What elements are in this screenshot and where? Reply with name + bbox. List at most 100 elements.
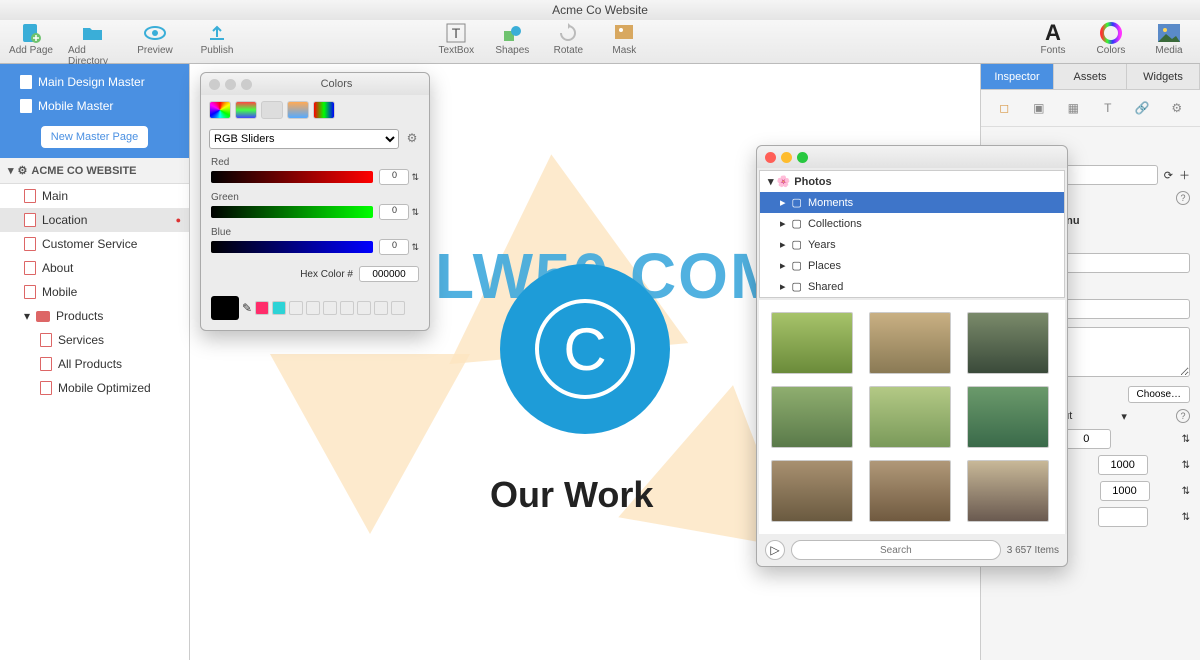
slider-value[interactable]: 0 (379, 169, 409, 185)
dropdown-icon[interactable]: ▾ (1121, 410, 1127, 423)
media-button[interactable]: Media (1144, 22, 1194, 56)
sidebar-folder[interactable]: ▾Products (0, 304, 189, 328)
empty-swatch[interactable] (323, 301, 337, 315)
canvas-heading[interactable]: Our Work (490, 474, 653, 516)
refresh-icon[interactable]: ⟳ (1164, 169, 1173, 182)
color-slider[interactable] (211, 206, 373, 218)
preview-button[interactable]: Preview (130, 22, 180, 67)
photos-panel[interactable]: ▾ 🌸 Photos ▸ ▢ Moments▸ ▢ Collections▸ ▢… (756, 145, 1068, 567)
new-master-page-button[interactable]: New Master Page (41, 126, 148, 148)
add-directory-button[interactable]: Add Directory (68, 22, 118, 67)
stepper-icon[interactable]: ⇅ (411, 207, 419, 218)
fonts-button[interactable]: A Fonts (1028, 22, 1078, 56)
sidebar-page[interactable]: About (0, 256, 189, 280)
zoom-icon[interactable] (797, 152, 808, 163)
palette-tab[interactable] (261, 101, 283, 119)
site-tree-header[interactable]: ▾ ⚙ ACME CO WEBSITE (0, 158, 189, 184)
tab-widgets[interactable]: Widgets (1127, 64, 1200, 89)
empty-swatch[interactable] (340, 301, 354, 315)
sliders-tab[interactable] (235, 101, 257, 119)
textbox-button[interactable]: T TextBox (431, 22, 481, 56)
photos-header[interactable]: ▾ 🌸 Photos (760, 171, 1064, 192)
close-icon[interactable] (209, 79, 220, 90)
stepper-icon[interactable]: ⇅ (411, 172, 419, 183)
current-color-swatch[interactable] (211, 296, 239, 320)
empty-swatch[interactable] (306, 301, 320, 315)
rotate-button[interactable]: Rotate (543, 22, 593, 56)
photos-source-item[interactable]: ▸ ▢ Moments (760, 192, 1064, 213)
photo-thumbnail[interactable] (967, 386, 1049, 448)
colors-button[interactable]: Colors (1086, 22, 1136, 56)
add-page-button[interactable]: Add Page (6, 22, 56, 67)
color-slider[interactable] (211, 171, 373, 183)
choose-button[interactable]: Choose… (1128, 386, 1190, 403)
photos-source-item[interactable]: ▸ ▢ Years (760, 234, 1064, 255)
recent-color-swatch[interactable] (272, 301, 286, 315)
gear-icon[interactable]: ⚙ (403, 129, 421, 147)
slider-value[interactable]: 0 (379, 204, 409, 220)
close-icon[interactable] (765, 152, 776, 163)
hex-input[interactable] (359, 266, 419, 282)
stepper-icon[interactable]: ⇅ (411, 242, 419, 253)
photo-thumbnail[interactable] (869, 312, 951, 374)
sidebar-page[interactable]: Main (0, 184, 189, 208)
photo-thumbnail[interactable] (771, 386, 853, 448)
photo-thumbnail[interactable] (771, 312, 853, 374)
photo-thumbnail[interactable] (967, 312, 1049, 374)
tab-inspector[interactable]: Inspector (981, 64, 1054, 89)
sidebar-page[interactable]: Services (0, 328, 189, 352)
add-icon[interactable]: ＋ (1179, 167, 1190, 183)
crayons-tab[interactable] (313, 101, 335, 119)
photo-thumbnail[interactable] (967, 460, 1049, 522)
photo-thumbnail[interactable] (771, 460, 853, 522)
sidebar-page[interactable]: Mobile Optimized (0, 376, 189, 400)
shapes-button[interactable]: Shapes (487, 22, 537, 56)
empty-swatch[interactable] (391, 301, 405, 315)
text-icon[interactable]: T (1098, 98, 1118, 118)
colors-panel-titlebar[interactable]: Colors (201, 73, 429, 95)
publish-button[interactable]: Publish (192, 22, 242, 67)
empty-swatch[interactable] (289, 301, 303, 315)
link-icon[interactable]: 🔗 (1132, 98, 1152, 118)
eyedropper-icon[interactable]: ✎ (242, 301, 252, 315)
slider-mode-select[interactable]: RGB Sliders (209, 129, 399, 149)
sidebar-page[interactable]: Location● (0, 208, 189, 232)
minimize-icon[interactable] (781, 152, 792, 163)
gear-icon[interactable]: ⚙ (1167, 98, 1187, 118)
sidebar-page[interactable]: All Products (0, 352, 189, 376)
photos-source-item[interactable]: ▸ ▢ Collections (760, 213, 1064, 234)
slider-value[interactable]: 0 (379, 239, 409, 255)
search-input[interactable] (791, 540, 1001, 560)
page-settings-icon[interactable]: ◻ (994, 98, 1014, 118)
help-icon[interactable]: ? (1176, 191, 1190, 205)
logo-circle[interactable]: C (500, 264, 670, 434)
photos-source-item[interactable]: ▸ ▢ Shared (760, 276, 1064, 297)
numeric-input[interactable] (1100, 481, 1150, 501)
photos-source-item[interactable]: ▸ ▢ Places (760, 255, 1064, 276)
empty-swatch[interactable] (374, 301, 388, 315)
sidebar-page[interactable]: Mobile (0, 280, 189, 304)
grid-icon[interactable]: ▦ (1063, 98, 1083, 118)
numeric-input[interactable] (1098, 455, 1148, 475)
help-icon[interactable]: ? (1176, 409, 1190, 423)
photo-thumbnail[interactable] (869, 386, 951, 448)
master-item-main[interactable]: Main Design Master (0, 70, 189, 94)
mask-button[interactable]: Mask (599, 22, 649, 56)
play-button[interactable]: ▷ (765, 540, 785, 560)
master-item-mobile[interactable]: Mobile Master (0, 94, 189, 118)
empty-swatch[interactable] (357, 301, 371, 315)
stepper-icon[interactable]: ⇅ (1182, 460, 1190, 471)
colors-panel[interactable]: Colors RGB Sliders ⚙ Red0⇅Green0⇅Blue0⇅ … (200, 72, 430, 331)
sidebar-page[interactable]: Customer Service (0, 232, 189, 256)
photos-panel-titlebar[interactable] (757, 146, 1067, 168)
spectrum-tab[interactable] (287, 101, 309, 119)
color-wheel-tab[interactable] (209, 101, 231, 119)
numeric-input[interactable] (1061, 429, 1111, 449)
stepper-icon[interactable]: ⇅ (1182, 434, 1190, 445)
recent-color-swatch[interactable] (255, 301, 269, 315)
stepper-icon[interactable]: ⇅ (1182, 512, 1190, 523)
photo-thumbnail[interactable] (869, 460, 951, 522)
numeric-input[interactable] (1098, 507, 1148, 527)
minimize-icon[interactable] (225, 79, 236, 90)
stepper-icon[interactable]: ⇅ (1182, 486, 1190, 497)
